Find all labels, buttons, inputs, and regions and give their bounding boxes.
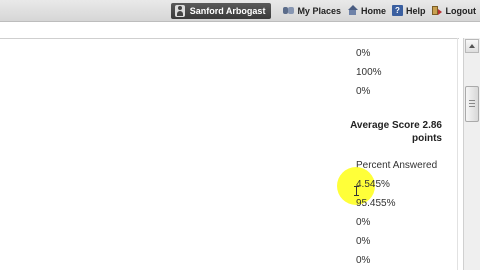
average-score-unit: points (412, 133, 442, 144)
scrollbar-thumb[interactable] (465, 86, 479, 122)
results-content-area (0, 38, 459, 271)
user-avatar-icon (174, 4, 185, 17)
home-icon (347, 5, 358, 16)
answer-percent: 0% (356, 48, 371, 59)
text-cursor-icon (354, 186, 359, 196)
nav-logout-label: Logout (445, 5, 477, 16)
user-name: Sanford Arbogast (189, 5, 266, 16)
answer-percent: 0% (356, 86, 371, 97)
percent-answered-value: 4.545% (356, 179, 390, 190)
nav-help[interactable]: ? Help (391, 5, 426, 16)
percent-answered-value: 0% (356, 236, 371, 247)
answer-percent: 100% (356, 67, 382, 78)
percent-answered-value: 95.455% (356, 198, 396, 209)
help-icon: ? (391, 5, 403, 16)
nav-home[interactable]: Home (347, 5, 386, 16)
nav-my-places[interactable]: My Places (283, 5, 341, 16)
vertical-scrollbar[interactable] (463, 38, 480, 270)
user-profile-button[interactable]: Sanford Arbogast (170, 2, 272, 19)
percent-answered-label: Percent Answered (356, 160, 438, 171)
nav-home-label: Home (360, 5, 386, 16)
nav-help-label: Help (405, 5, 426, 16)
percent-answered-value: 0% (356, 217, 371, 228)
top-navigation-bar: Sanford Arbogast My Places Home ? Help L… (0, 0, 480, 22)
scroll-up-arrow-icon[interactable] (465, 39, 479, 53)
nav-my-places-label: My Places (297, 5, 341, 16)
nav-logout[interactable]: Logout (431, 5, 477, 16)
percent-answered-value: 0% (356, 255, 371, 266)
content-divider (457, 38, 458, 270)
average-score-text: Average Score 2.86 (350, 120, 442, 131)
logout-icon (431, 5, 443, 16)
places-icon (283, 5, 295, 16)
average-score: Average Score 2.86 points (340, 119, 442, 145)
